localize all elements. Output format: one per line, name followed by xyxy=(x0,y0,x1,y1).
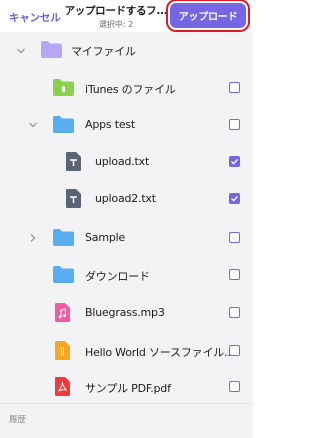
list-item[interactable]: Hello World ソースファイル... xyxy=(0,332,253,369)
list-item-selected[interactable]: upload.txt xyxy=(0,143,253,180)
item-label: Sample xyxy=(85,231,126,244)
itunes-folder-icon xyxy=(53,79,74,96)
cancel-button[interactable]: キャンセル xyxy=(9,10,61,25)
checkbox[interactable] xyxy=(229,381,240,392)
pdf-file-icon xyxy=(55,377,70,396)
footer-bar: 履歴 xyxy=(0,403,253,438)
list-item[interactable]: ダウンロード xyxy=(0,256,253,293)
text-file-icon xyxy=(66,189,81,208)
file-list: マイファイル iTunes のファイル Apps test upload.txt xyxy=(0,32,253,403)
list-item[interactable]: Bluegrass.mp3 xyxy=(0,294,253,331)
title-area: アップロードするフ... 選択中: 2 xyxy=(60,3,172,30)
item-label: iTunes のファイル xyxy=(85,83,176,96)
checkbox[interactable] xyxy=(229,119,240,130)
checkbox[interactable] xyxy=(229,345,240,356)
audio-file-icon xyxy=(55,303,70,322)
list-item[interactable]: Sample xyxy=(0,219,253,256)
folder-icon xyxy=(41,41,62,58)
item-label: ダウンロード xyxy=(85,270,150,283)
item-label: サンプル PDF.pdf xyxy=(85,382,171,395)
folder-icon xyxy=(53,266,74,283)
item-label: upload.txt xyxy=(95,155,150,168)
text-file-icon xyxy=(66,152,81,171)
item-label: Hello World ソースファイル... xyxy=(85,346,234,359)
chevron-down-icon[interactable] xyxy=(16,46,26,56)
checkbox[interactable] xyxy=(229,232,240,243)
list-item-selected[interactable]: upload2.txt xyxy=(0,180,253,217)
item-label: Bluegrass.mp3 xyxy=(85,306,165,319)
checkbox-checked[interactable] xyxy=(229,193,240,204)
list-item[interactable]: マイファイル xyxy=(0,32,253,69)
folder-icon xyxy=(53,229,74,246)
list-item[interactable]: Apps test xyxy=(0,106,253,143)
upload-button[interactable]: アップロード xyxy=(170,3,246,28)
chevron-right-icon[interactable] xyxy=(28,233,38,243)
item-label: Apps test xyxy=(85,118,136,131)
code-file-icon xyxy=(55,341,70,360)
checkbox[interactable] xyxy=(229,82,240,93)
list-item[interactable]: サンプル PDF.pdf xyxy=(0,368,253,405)
item-label: upload2.txt xyxy=(95,192,156,205)
top-bar: キャンセル アップロードするフ... 選択中: 2 アップロード xyxy=(0,0,253,32)
checkbox[interactable] xyxy=(229,307,240,318)
item-label: マイファイル xyxy=(71,45,136,58)
history-tab[interactable]: 履歴 xyxy=(9,413,26,425)
page-title: アップロードするフ... xyxy=(64,5,168,17)
checkbox-checked[interactable] xyxy=(229,156,240,167)
selection-count: 選択中: 2 xyxy=(98,20,134,29)
chevron-down-icon[interactable] xyxy=(28,120,38,130)
checkbox[interactable] xyxy=(229,269,240,280)
list-item[interactable]: iTunes のファイル xyxy=(0,69,253,106)
folder-icon xyxy=(53,116,74,133)
